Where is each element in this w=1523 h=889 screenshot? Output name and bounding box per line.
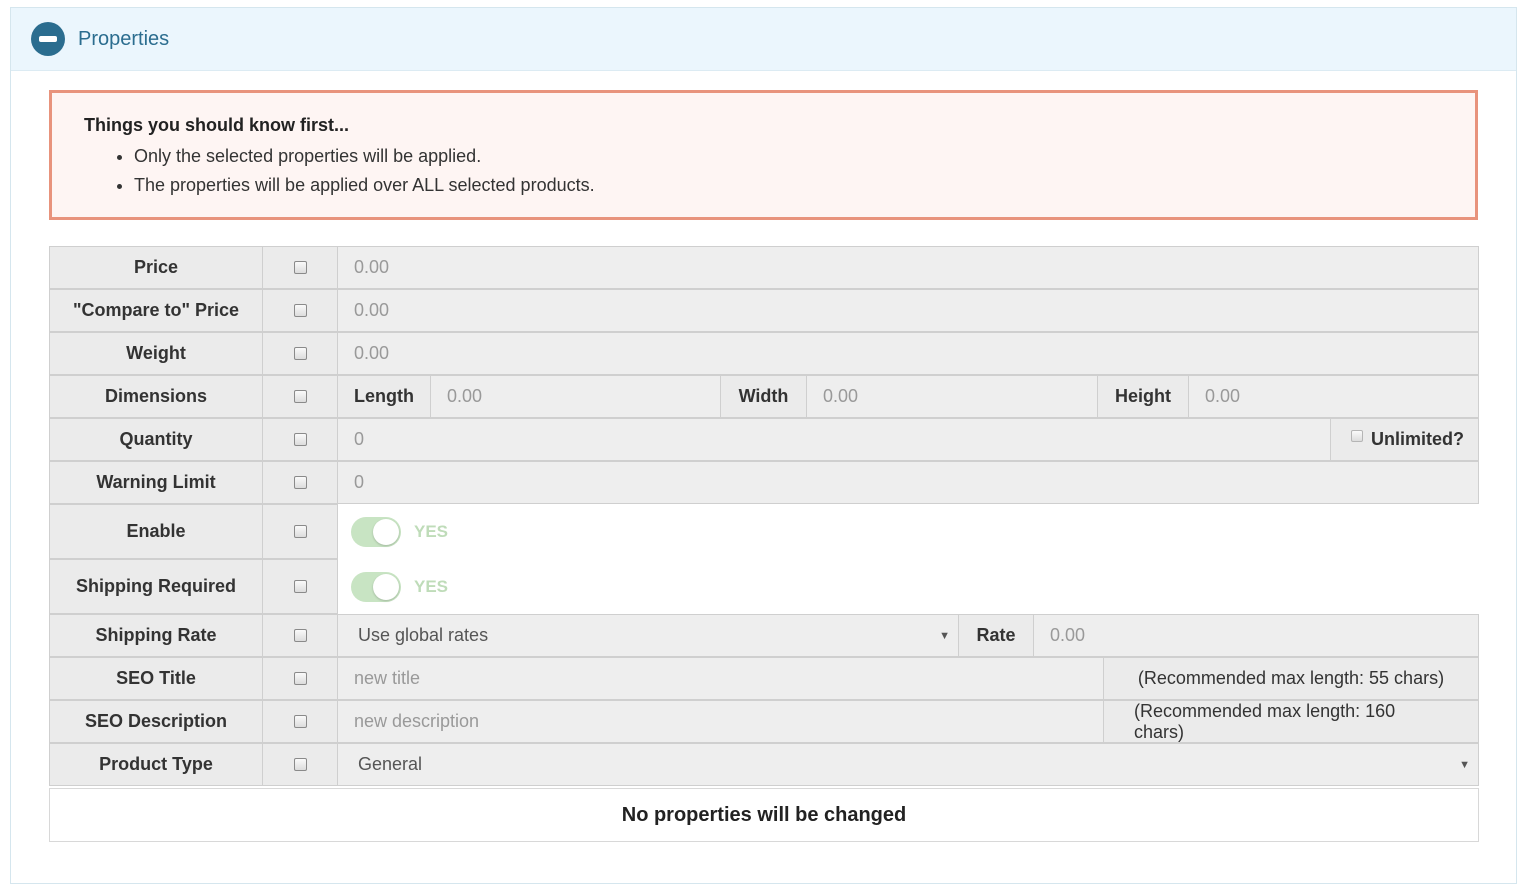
compare-price-row: "Compare to" Price 0.00 bbox=[49, 289, 1479, 332]
weight-label: Weight bbox=[49, 332, 263, 375]
notice-list: Only the selected properties will be app… bbox=[84, 142, 1443, 200]
list-item: Only the selected properties will be app… bbox=[134, 142, 1443, 171]
seo-description-hint: (Recommended max length: 160 chars) bbox=[1104, 700, 1479, 743]
quantity-label: Quantity bbox=[49, 418, 263, 461]
unlimited-addon: Unlimited? bbox=[1331, 418, 1479, 461]
price-label: Price bbox=[49, 246, 263, 289]
shipping-rate-checkbox[interactable] bbox=[293, 629, 307, 642]
unlimited-checkbox[interactable] bbox=[1351, 429, 1363, 442]
seo-description-input[interactable]: new description bbox=[338, 700, 1104, 743]
product-type-select[interactable]: General ▼ bbox=[338, 743, 1479, 786]
product-type-label: Product Type bbox=[49, 743, 263, 786]
price-row: Price 0.00 bbox=[49, 246, 1479, 289]
status-footer: No properties will be changed bbox=[49, 788, 1479, 842]
unlimited-label: Unlimited? bbox=[1371, 429, 1464, 449]
minus-circle-icon[interactable] bbox=[31, 22, 65, 56]
properties-panel: Properties Things you should know first.… bbox=[10, 7, 1517, 884]
shipping-required-label: Shipping Required bbox=[49, 559, 263, 614]
seo-description-row: SEO Description new description (Recomme… bbox=[49, 700, 1479, 743]
quantity-row: Quantity 0 Unlimited? bbox=[49, 418, 1479, 461]
seo-title-hint: (Recommended max length: 55 chars) bbox=[1104, 657, 1479, 700]
rate-addon: Rate bbox=[959, 614, 1034, 657]
compare-price-input[interactable]: 0.00 bbox=[338, 289, 1479, 332]
seo-description-checkbox[interactable] bbox=[293, 715, 307, 728]
shipping-rate-row: Shipping Rate Use global rates ▼ Rate 0.… bbox=[49, 614, 1479, 657]
seo-title-checkbox[interactable] bbox=[293, 672, 307, 685]
list-item: The properties will be applied over ALL … bbox=[134, 171, 1443, 200]
panel-header: Properties bbox=[11, 8, 1516, 71]
seo-title-input[interactable]: new title bbox=[338, 657, 1104, 700]
warning-limit-row: Warning Limit 0 bbox=[49, 461, 1479, 504]
notice-title: Things you should know first... bbox=[84, 115, 349, 135]
height-input[interactable]: 0.00 bbox=[1189, 375, 1479, 418]
shipping-rate-select-value: Use global rates bbox=[358, 625, 489, 645]
length-addon: Length bbox=[338, 375, 431, 418]
dimensions-label: Dimensions bbox=[49, 375, 263, 418]
weight-input[interactable]: 0.00 bbox=[338, 332, 1479, 375]
enable-row: Enable YES bbox=[49, 504, 1479, 559]
compare-price-checkbox[interactable] bbox=[293, 304, 307, 317]
shipping-required-row: Shipping Required YES bbox=[49, 559, 1479, 614]
price-input[interactable]: 0.00 bbox=[338, 246, 1479, 289]
width-input[interactable]: 0.00 bbox=[807, 375, 1098, 418]
notice-box: Things you should know first... Only the… bbox=[49, 90, 1478, 220]
height-addon: Height bbox=[1098, 375, 1189, 418]
shipping-rate-select[interactable]: Use global rates ▼ bbox=[338, 614, 959, 657]
warning-limit-label: Warning Limit bbox=[49, 461, 263, 504]
seo-description-label: SEO Description bbox=[49, 700, 263, 743]
dimensions-row: Dimensions Length 0.00 Width 0.00 Height… bbox=[49, 375, 1479, 418]
width-addon: Width bbox=[721, 375, 807, 418]
seo-title-label: SEO Title bbox=[49, 657, 263, 700]
price-checkbox[interactable] bbox=[293, 261, 307, 274]
enable-label: Enable bbox=[49, 504, 263, 559]
dimensions-checkbox[interactable] bbox=[293, 390, 307, 403]
chevron-down-icon: ▼ bbox=[1459, 758, 1470, 771]
quantity-checkbox[interactable] bbox=[293, 433, 307, 446]
enable-checkbox[interactable] bbox=[293, 525, 307, 538]
product-type-row: Product Type General ▼ bbox=[49, 743, 1479, 786]
enable-toggle-text: YES bbox=[414, 521, 449, 541]
chevron-down-icon: ▼ bbox=[939, 629, 950, 642]
weight-row: Weight 0.00 bbox=[49, 332, 1479, 375]
warning-limit-checkbox[interactable] bbox=[293, 476, 307, 489]
shipping-required-toggle[interactable] bbox=[351, 571, 401, 602]
shipping-required-checkbox[interactable] bbox=[293, 580, 307, 593]
shipping-rate-label: Shipping Rate bbox=[49, 614, 263, 657]
seo-title-row: SEO Title new title (Recommended max len… bbox=[49, 657, 1479, 700]
weight-checkbox[interactable] bbox=[293, 347, 307, 360]
rate-input[interactable]: 0.00 bbox=[1034, 614, 1479, 657]
warning-limit-input[interactable]: 0 bbox=[338, 461, 1479, 504]
properties-grid: Price 0.00 "Compare to" Price 0.00 Weigh… bbox=[49, 246, 1479, 842]
length-input[interactable]: 0.00 bbox=[431, 375, 721, 418]
quantity-input[interactable]: 0 bbox=[338, 418, 1331, 461]
shipping-required-toggle-text: YES bbox=[414, 576, 449, 596]
enable-toggle[interactable] bbox=[351, 516, 401, 547]
panel-title: Properties bbox=[78, 27, 170, 50]
product-type-checkbox[interactable] bbox=[293, 758, 307, 771]
compare-price-label: "Compare to" Price bbox=[49, 289, 263, 332]
product-type-select-value: General bbox=[358, 754, 423, 774]
